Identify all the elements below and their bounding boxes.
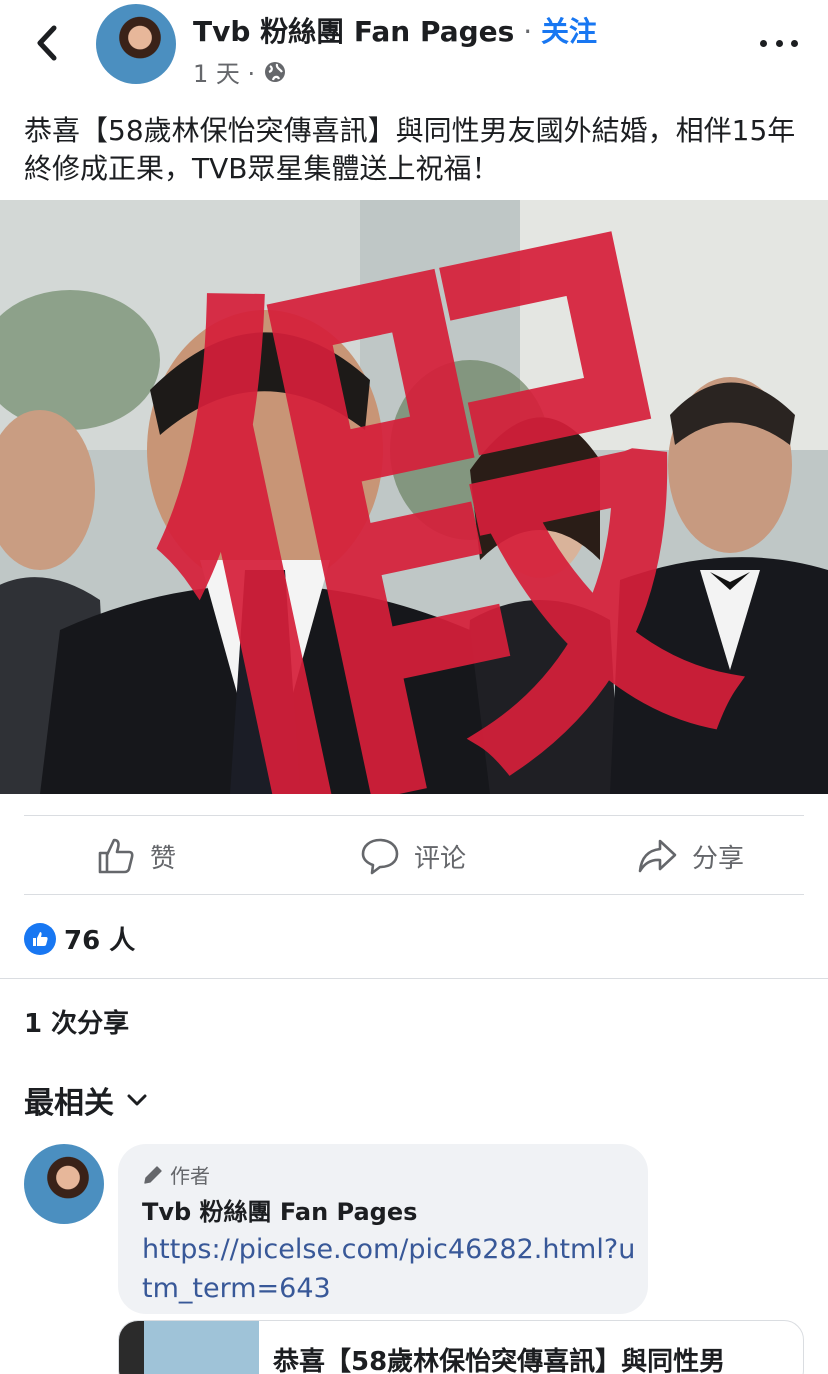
chevron-left-icon: [37, 25, 57, 61]
more-dot: [760, 39, 767, 47]
link-preview-card[interactable]: 恭喜【58歲林保怡突傳喜訊】與同性男: [118, 1320, 804, 1374]
share-count[interactable]: 1 次分享: [24, 1003, 129, 1040]
page-avatar[interactable]: [96, 4, 176, 84]
more-options-button[interactable]: [760, 30, 798, 56]
post-header: Tvb 粉絲團 Fan Pages · 关注 1 天 ·: [0, 0, 828, 100]
link-preview-title: 恭喜【58歲林保怡突傳喜訊】與同性男: [273, 1347, 726, 1374]
post-image[interactable]: 假: [0, 200, 828, 794]
more-dot: [775, 39, 783, 47]
author-badge-label: 作者: [170, 1164, 210, 1188]
post-time[interactable]: 1 天 ·: [193, 54, 255, 89]
divider: [0, 978, 828, 979]
share-icon: [638, 839, 677, 873]
page-name[interactable]: Tvb 粉絲團 Fan Pages: [193, 15, 514, 48]
link-preview-thumbnail: [119, 1321, 259, 1374]
chevron-down-icon: [127, 1094, 147, 1106]
back-button[interactable]: [28, 20, 68, 66]
pencil-icon: [144, 1165, 162, 1184]
comment-author-name[interactable]: Tvb 粉絲團 Fan Pages: [142, 1192, 417, 1227]
reaction-count: 76 人: [64, 926, 136, 956]
comment-button[interactable]: 评论: [360, 834, 466, 878]
author-badge: 作者: [142, 1160, 210, 1189]
separator: ·: [514, 15, 542, 48]
post-image-art: 假: [0, 200, 828, 794]
comment-sort-label: 最相关: [24, 1086, 114, 1121]
page-name-row: Tvb 粉絲團 Fan Pages · 关注: [193, 10, 597, 50]
more-dot: [791, 39, 798, 47]
comment-sort-dropdown[interactable]: 最相关: [24, 1078, 148, 1122]
globe-icon: [265, 61, 286, 82]
like-label: 赞: [150, 843, 177, 874]
reaction-summary[interactable]: 76 人: [24, 920, 135, 957]
post-screen: Tvb 粉絲團 Fan Pages · 关注 1 天 · 恭喜【58歲林保怡突傳…: [0, 0, 828, 1374]
comment-author-avatar[interactable]: [24, 1144, 104, 1224]
share-button[interactable]: 分享: [636, 834, 744, 878]
thumbs-up-icon: [98, 838, 134, 874]
post-action-bar: 赞 评论 分享: [24, 815, 804, 895]
post-meta: 1 天 ·: [193, 54, 287, 89]
follow-button[interactable]: 关注: [541, 15, 597, 48]
comment-bubble: 作者 Tvb 粉絲團 Fan Pages https://picelse.com…: [118, 1144, 648, 1314]
like-reaction-icon: [24, 922, 56, 955]
share-label: 分享: [692, 843, 745, 874]
comment-icon: [361, 838, 399, 875]
comment-label: 评论: [414, 843, 467, 874]
post-caption: 恭喜【58歲林保怡突傳喜訊】與同性男友國外結婚，相伴15年終修成正果，TVB眾星…: [24, 114, 796, 185]
comment-link[interactable]: https://picelse.com/pic46282.html?utm_te…: [142, 1230, 642, 1308]
like-button[interactable]: 赞: [96, 834, 176, 878]
